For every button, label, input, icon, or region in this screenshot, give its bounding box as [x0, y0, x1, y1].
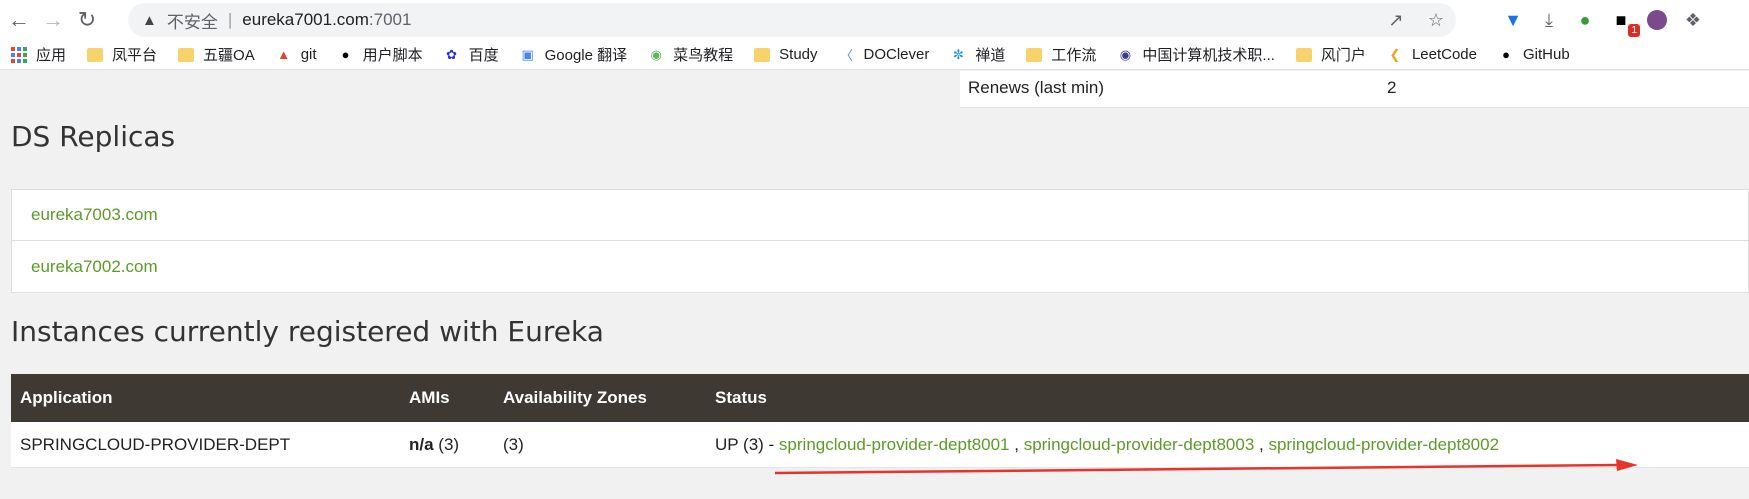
bookmark-item[interactable]: ● GitHub [1497, 46, 1570, 64]
bookmark-star-icon[interactable]: ☆ [1416, 10, 1456, 31]
bookmark-label: 菜鸟教程 [673, 47, 734, 64]
folder-icon [86, 46, 104, 64]
apps-grid-icon [10, 46, 28, 64]
doclever-icon: 〈 [840, 48, 854, 63]
bookmark-item[interactable]: 应用 [10, 44, 66, 65]
bookmark-item[interactable]: 工作流 [1025, 44, 1096, 65]
share-icon[interactable]: ↗ [1376, 10, 1416, 31]
bookmark-item[interactable]: 五疆OA [177, 44, 255, 65]
bookmark-label: Google 翻译 [544, 47, 628, 64]
bookmark-item[interactable]: 风门户 [1295, 44, 1366, 65]
bookmark-label: 中国计算机技术职... [1142, 47, 1275, 64]
bookmark-item[interactable]: ❮ LeetCode [1386, 46, 1477, 64]
folder-icon [1295, 46, 1313, 64]
back-icon[interactable]: ← [2, 3, 36, 37]
url-port[interactable]: :7001 [369, 10, 412, 30]
bookmark-item[interactable]: Study [753, 46, 818, 64]
bookmark-label: LeetCode [1411, 46, 1477, 63]
annotation-arrow [774, 459, 1638, 475]
bookmark-label: 风门户 [1320, 47, 1366, 64]
bookmark-item[interactable]: ◉ 中国计算机技术职... [1116, 44, 1275, 65]
bookmark-label: DOClever [863, 46, 930, 63]
eureka-page: Renews (last min) 2 DS Replicas eureka70… [0, 71, 1749, 499]
bookmark-item[interactable]: ✼ 禅道 [949, 44, 1005, 65]
userscript-icon: ● [341, 47, 350, 62]
ceiaec-icon: ◉ [1119, 46, 1132, 62]
extension-badge: 1 [1628, 24, 1640, 37]
bookmark-item[interactable]: ● 用户脚本 [337, 44, 423, 65]
zentao-icon: ✼ [952, 46, 964, 62]
profile-avatar-icon[interactable] [1644, 7, 1670, 33]
globe-extension-icon[interactable]: ● [1572, 7, 1598, 33]
vpn-extension-icon[interactable]: ▼ [1500, 7, 1526, 33]
bookmark-label: 凤平台 [112, 47, 158, 64]
bookmark-item[interactable]: ▣ Google 翻译 [519, 44, 628, 65]
google-translate-icon: ▣ [521, 46, 534, 62]
bookmark-label: 工作流 [1051, 47, 1097, 64]
browser-toolbar: ← → ↻ ▲ 不安全 | eureka7001.com:7001 ↗ ☆ ▼ … [0, 0, 1749, 40]
bookmark-label: Study [779, 46, 818, 63]
github-icon: ● [1502, 47, 1510, 62]
bookmark-item[interactable]: ◉ 菜鸟教程 [647, 44, 733, 65]
gitlab-icon: ▲ [277, 47, 291, 62]
bookmark-label: GitHub [1523, 46, 1570, 63]
bookmark-label: 应用 [36, 47, 67, 64]
annotation-arrow-line [774, 463, 1621, 475]
bookmark-item[interactable]: 凤平台 [86, 44, 157, 65]
reload-icon[interactable]: ↻ [70, 3, 104, 37]
extensions-area: ▼ ⤓ ● ■ 1 ❖ [1500, 3, 1706, 37]
url-host[interactable]: eureka7001.com [242, 10, 369, 30]
runoob-icon: ◉ [650, 46, 662, 62]
bookmark-item[interactable]: 〈 DOClever [838, 46, 930, 64]
bookmark-item[interactable]: ✿ 百度 [443, 44, 499, 65]
bookmark-label: 五疆OA [203, 47, 255, 64]
folder-icon [753, 46, 771, 64]
folder-icon [177, 46, 195, 64]
address-bar[interactable]: ▲ 不安全 | eureka7001.com:7001 ↗ ☆ [128, 3, 1456, 37]
bookmark-label: 禅道 [975, 47, 1006, 64]
download-icon[interactable]: ⤓ [1536, 7, 1562, 33]
annotation-arrow-head [1616, 459, 1638, 471]
folder-icon [1025, 46, 1043, 64]
security-label[interactable]: 不安全 [167, 8, 218, 33]
bookmarks-bar: 应用 凤平台 五疆OA ▲ git ● 用户脚本 ✿ 百度 ▣ Google 翻译 ◉ 菜鸟教程 Stud… [0, 40, 1749, 70]
baidu-icon: ✿ [446, 46, 458, 62]
bookmark-label: 用户脚本 [362, 47, 423, 64]
bookmark-label: 百度 [468, 47, 499, 64]
forward-icon[interactable]: → [36, 3, 70, 37]
bookmark-label: git [300, 46, 317, 63]
notes-extension-icon[interactable]: ■ 1 [1608, 7, 1640, 37]
url-separator: | [227, 10, 233, 29]
leetcode-icon: ❮ [1389, 46, 1401, 62]
puzzle-extensions-icon[interactable]: ❖ [1680, 7, 1706, 33]
warning-icon[interactable]: ▲ [142, 12, 157, 29]
bookmark-item[interactable]: ▲ git [275, 46, 317, 64]
